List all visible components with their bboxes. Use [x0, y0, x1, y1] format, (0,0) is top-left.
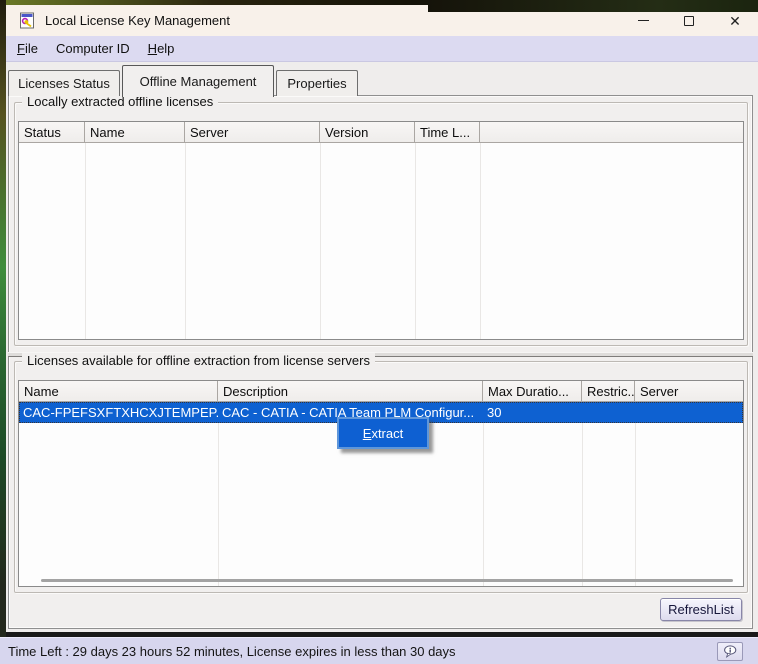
tab-strip: Licenses Status Offline Management Prope… — [6, 62, 758, 97]
window-title: Local License Key Management — [45, 13, 231, 28]
help-balloon-button[interactable] — [717, 642, 743, 661]
tab-licenses-status[interactable]: Licenses Status — [8, 70, 120, 96]
column-header-time-left[interactable]: Time L... — [415, 122, 480, 143]
column-header-server[interactable]: Server — [185, 122, 320, 143]
help-balloon-icon — [723, 645, 736, 658]
column-header-name[interactable]: Name — [85, 122, 185, 143]
cell-license-name: CAC-FPEFSXFTXHCXJTEMPEP... — [23, 405, 218, 420]
available-licenses-header: Name Description Max Duratio... Restric.… — [19, 381, 743, 402]
menu-help-label: elp — [157, 41, 175, 56]
menu-help-accel: H — [147, 41, 158, 56]
extract-accel: E — [362, 425, 372, 441]
refreshlist-button[interactable]: RefreshList — [660, 598, 742, 621]
dialog-area: Licenses Status Offline Management Prope… — [6, 62, 758, 632]
available-licenses-table: Name Description Max Duratio... Restric.… — [18, 380, 744, 587]
horizontal-scrollbar[interactable] — [41, 579, 733, 582]
desktop-background-top-right — [428, 0, 758, 12]
column-header-max-duration[interactable]: Max Duratio... — [483, 381, 582, 402]
tab-properties[interactable]: Properties — [276, 70, 358, 96]
context-menu-item-extract[interactable]: Extract — [363, 426, 403, 441]
menu-file-accel: F — [17, 41, 25, 56]
app-icon — [19, 12, 36, 29]
cell-restriction — [582, 402, 635, 423]
context-menu: Extract — [337, 417, 429, 449]
local-licenses-table: Status Name Server Version Time L... — [18, 121, 744, 340]
column-header-status[interactable]: Status — [19, 122, 85, 143]
status-text: Time Left : 29 days 23 hours 52 minutes,… — [8, 643, 456, 659]
menu-computer-id[interactable]: Computer ID — [47, 36, 139, 61]
local-licenses-body-empty[interactable] — [19, 143, 743, 339]
menu-bar: File Computer ID Help — [6, 36, 758, 62]
menu-file-label: ile — [24, 41, 38, 56]
menu-computer-id-label: Computer ID — [55, 41, 130, 56]
tab-page-offline-management: Locally extracted offline licenses Statu… — [8, 94, 753, 629]
local-licenses-header: Status Name Server Version Time L... — [19, 122, 743, 143]
tab-offline-management[interactable]: Offline Management — [122, 65, 274, 97]
group-available-licenses-title: Licenses available for offline extractio… — [22, 353, 375, 368]
screenshot-canvas: Local License Key Management ✕ File Comp… — [0, 0, 758, 664]
column-header-restriction[interactable]: Restric... — [582, 381, 635, 402]
app-window: Local License Key Management ✕ File Comp… — [6, 5, 758, 637]
column-header-server[interactable]: Server — [635, 381, 743, 402]
cell-server — [635, 402, 639, 423]
cell-max-duration: 30 — [487, 405, 502, 420]
column-header-filler — [480, 122, 743, 143]
status-bar: Time Left : 29 days 23 hours 52 minutes,… — [0, 637, 758, 664]
menu-file[interactable]: File — [8, 36, 47, 61]
column-header-name[interactable]: Name — [19, 381, 218, 402]
column-header-description[interactable]: Description — [218, 381, 483, 402]
group-available-licenses: Licenses available for offline extractio… — [14, 353, 748, 593]
desktop-background-left — [0, 0, 6, 637]
menu-help[interactable]: Help — [139, 36, 184, 61]
group-locally-extracted-licenses: Locally extracted offline licenses Statu… — [14, 94, 748, 346]
maximize-icon — [684, 15, 694, 26]
minimize-icon — [637, 20, 649, 21]
extract-label: xtract — [371, 425, 404, 441]
column-header-version[interactable]: Version — [320, 122, 415, 143]
close-icon: ✕ — [729, 12, 741, 29]
